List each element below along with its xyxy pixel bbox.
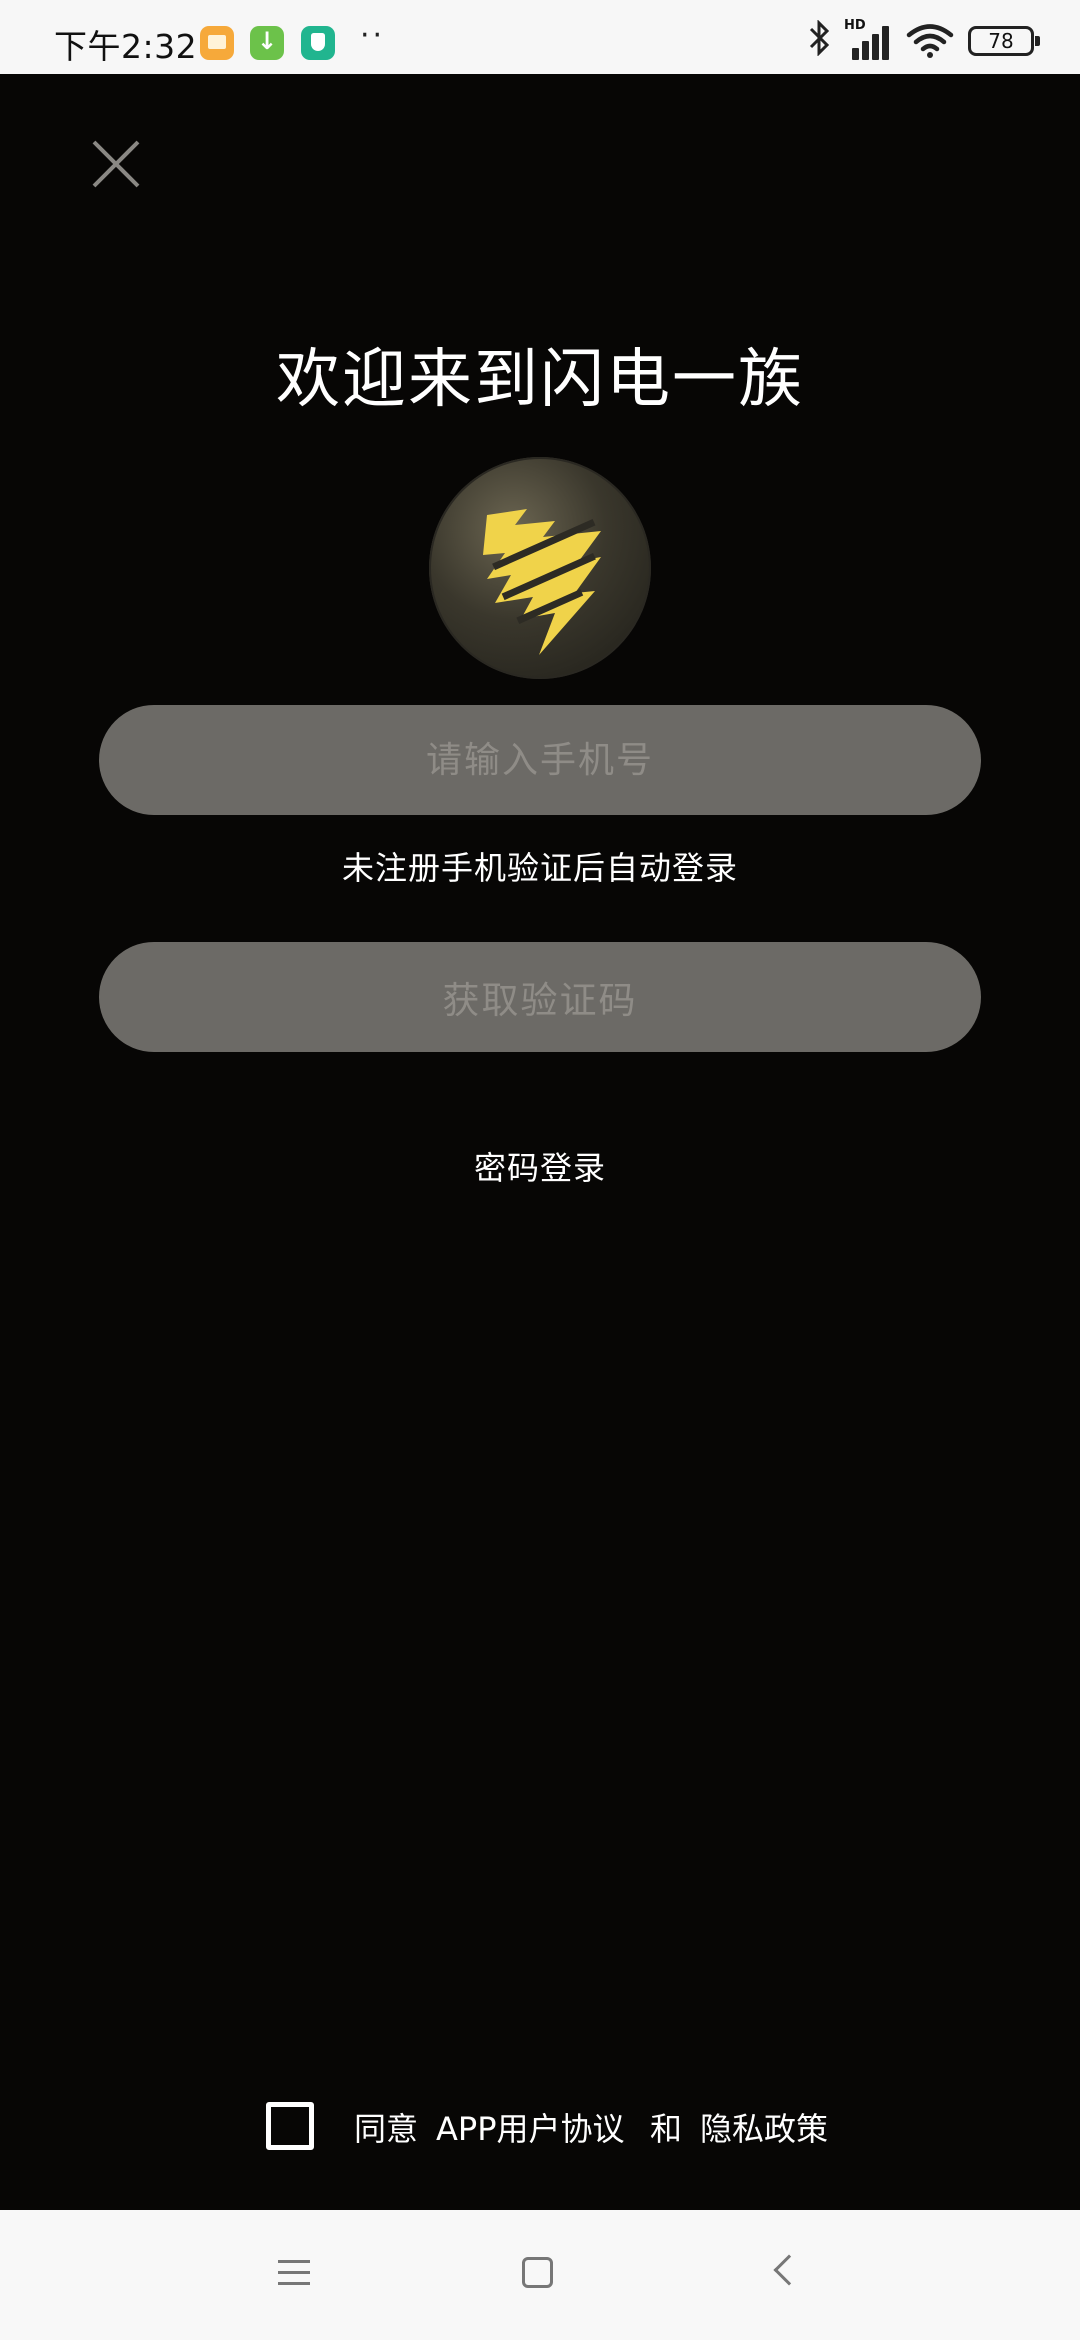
agree-label: 同意 [354,2110,419,2148]
app-logo [429,457,651,679]
signal-icon: HD [844,18,896,60]
login-screen: 下午2:32 ·· HD [0,0,1080,2340]
page-title: 欢迎来到闪电一族 [276,343,804,417]
more-notifications-icon: ·· [360,18,386,53]
home-icon[interactable] [522,2257,553,2288]
wifi-icon [906,24,954,58]
password-login-link[interactable]: 密码登录 [0,1143,1080,1189]
menu-icon[interactable] [278,2258,310,2288]
user-agreement-link[interactable]: APP用户协议 [436,2104,625,2150]
close-icon[interactable] [88,136,144,192]
message-app-icon [200,26,234,60]
lightning-bolt-icon [483,509,601,655]
get-verification-code-button[interactable]: 获取验证码 [99,942,981,1052]
privacy-policy-link[interactable]: 隐私政策 [700,2104,828,2150]
battery-icon: 78 [968,26,1040,56]
system-navigation-bar [0,2210,1080,2340]
download-app-icon [250,26,284,60]
phone-number-input[interactable] [99,705,981,815]
agree-checkbox[interactable] [266,2102,314,2150]
status-bar: 下午2:32 ·· HD [0,0,1080,74]
network-type-label: HD [844,18,866,33]
security-app-icon [301,26,335,60]
back-icon[interactable] [773,2254,805,2286]
bluetooth-icon [808,19,832,65]
status-time: 下午2:32 [54,27,198,66]
auto-register-hint: 未注册手机验证后自动登录 [341,849,738,887]
and-label: 和 [650,2110,683,2148]
